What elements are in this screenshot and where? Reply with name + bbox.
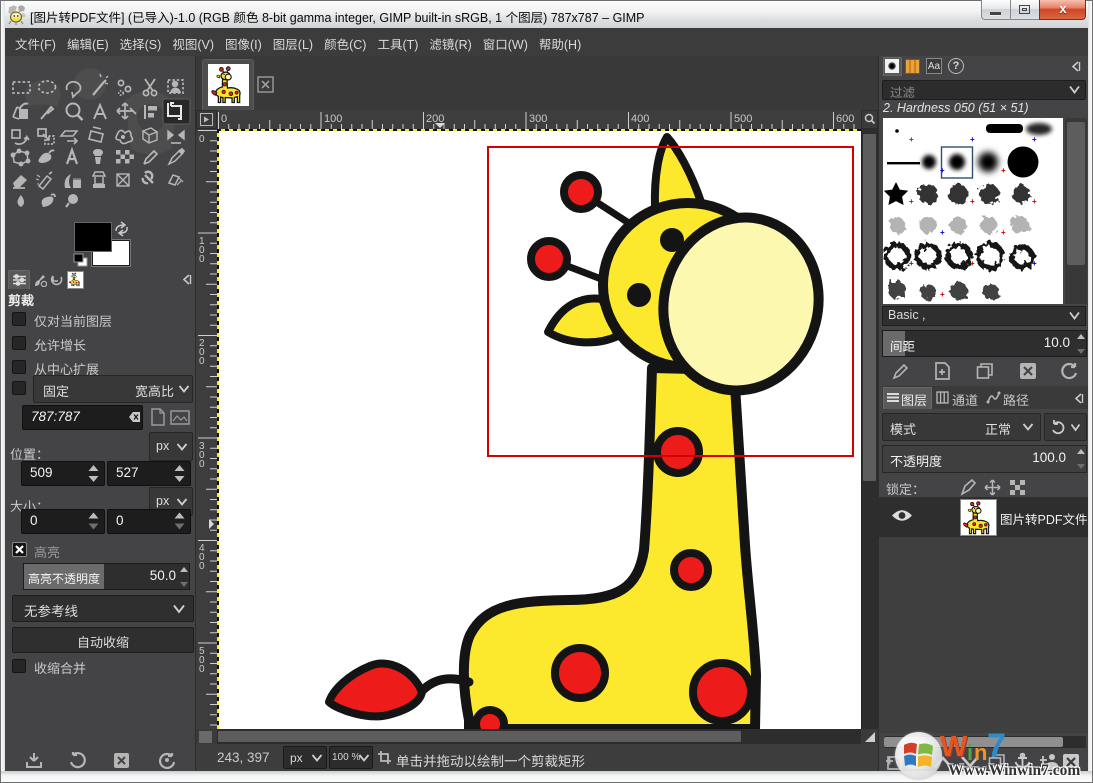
svg-text:0: 0 <box>199 254 205 265</box>
svg-text:500: 500 <box>734 113 752 125</box>
svg-text:+: + <box>909 135 914 144</box>
svg-text:+: + <box>970 197 975 206</box>
svg-text:+: + <box>1001 166 1006 175</box>
svg-text:+: + <box>1032 197 1037 206</box>
svg-text:300: 300 <box>529 113 547 125</box>
svg-text:100: 100 <box>324 113 342 125</box>
svg-text:+: + <box>1001 228 1006 237</box>
svg-text:600: 600 <box>836 113 854 125</box>
svg-text:0: 0 <box>221 113 227 125</box>
svg-text:+: + <box>970 259 975 268</box>
svg-text:0: 0 <box>199 134 205 145</box>
svg-text:+: + <box>940 290 945 299</box>
svg-text:0: 0 <box>199 664 205 675</box>
svg-text:+: + <box>970 135 975 144</box>
svg-text:0: 0 <box>199 561 205 572</box>
svg-text:+: + <box>909 197 914 206</box>
svg-text:+: + <box>1032 259 1037 268</box>
svg-text:0: 0 <box>199 356 205 367</box>
svg-text:400: 400 <box>631 113 649 125</box>
svg-text:0: 0 <box>199 459 205 470</box>
svg-text:+: + <box>940 228 945 237</box>
svg-text:+: + <box>1032 135 1037 144</box>
svg-text:+: + <box>940 166 945 175</box>
svg-text:+: + <box>909 259 914 268</box>
